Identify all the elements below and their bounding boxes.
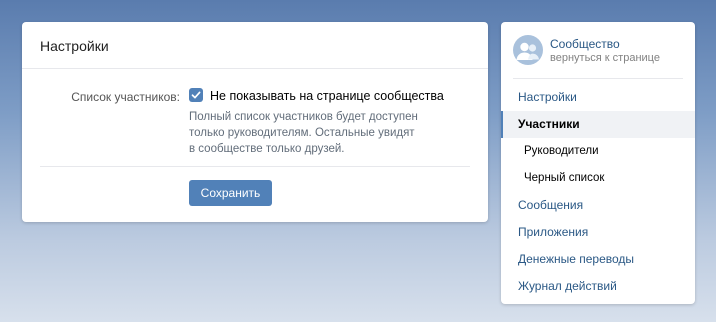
- hint-line: в сообществе только друзей.: [189, 143, 345, 155]
- hide-members-checkbox[interactable]: [189, 88, 203, 102]
- community-back-label: вернуться к странице: [550, 52, 660, 64]
- sidebar-item-action-log[interactable]: Журнал действий: [501, 273, 695, 300]
- members-list-label: Список участников:: [71, 90, 180, 104]
- sidebar-nav: Сообщество вернуться к странице Настройк…: [501, 22, 695, 304]
- sidebar-item-apps[interactable]: Приложения: [501, 219, 695, 246]
- hide-members-hint: Полный список участников будет доступен …: [189, 109, 429, 157]
- community-avatar-icon: [513, 35, 543, 65]
- sidebar-item-members[interactable]: Участники: [501, 111, 695, 138]
- community-name: Сообщество: [550, 37, 620, 51]
- sidebar-item-messages[interactable]: Сообщения: [501, 192, 695, 219]
- checkmark-icon: [191, 91, 201, 99]
- settings-card: Настройки Список участников: Не показыва…: [22, 22, 488, 222]
- hint-line: Полный список участников будет доступен: [189, 111, 418, 123]
- divider: [40, 166, 470, 167]
- hint-line: только руководителям. Остальные увидят: [189, 127, 415, 139]
- sidebar-item-blacklist[interactable]: Черный список: [501, 165, 695, 192]
- hide-members-checkbox-label[interactable]: Не показывать на странице сообщества: [210, 89, 444, 103]
- save-button[interactable]: Сохранить: [189, 180, 272, 206]
- community-back-link[interactable]: Сообщество вернуться к странице: [513, 35, 683, 67]
- sidebar-item-money-transfers[interactable]: Денежные переводы: [501, 246, 695, 273]
- sidebar-item-settings[interactable]: Настройки: [501, 84, 695, 111]
- nav-divider: [513, 78, 683, 79]
- page-title: Настройки: [22, 22, 488, 69]
- sidebar-item-managers[interactable]: Руководители: [501, 138, 695, 165]
